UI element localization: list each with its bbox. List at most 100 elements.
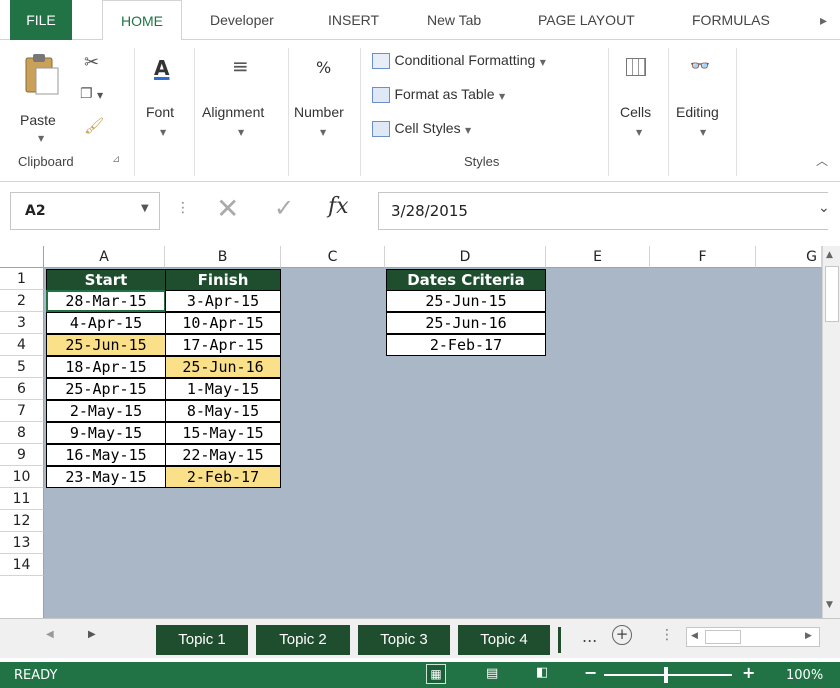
column-header-g[interactable]: G [756, 246, 822, 268]
zoom-slider-thumb[interactable] [664, 667, 668, 683]
vertical-scrollbar[interactable]: ▲ ▼ [822, 246, 840, 618]
normal-view-icon[interactable]: ▦ [426, 664, 446, 684]
cell-b5[interactable]: 25-Jun-16 [165, 356, 281, 378]
cancel-icon[interactable]: ✕ [216, 192, 239, 225]
number-button[interactable]: % Number ▼ [292, 48, 356, 148]
row-header-1[interactable]: 1 [0, 268, 44, 290]
expand-formula-icon[interactable]: ⌄ [818, 200, 830, 216]
row-header-4[interactable]: 4 [0, 334, 44, 356]
column-header-a[interactable]: A [44, 246, 165, 268]
format-as-table-button[interactable]: Format as Table ▼ [372, 86, 572, 108]
tab-home[interactable]: HOME [102, 0, 182, 41]
cell-b4[interactable]: 17-Apr-15 [165, 334, 281, 356]
criteria-header[interactable]: Dates Criteria [386, 269, 546, 291]
horizontal-scrollbar[interactable]: ◀ ▶ [686, 627, 820, 647]
column-header-f[interactable]: F [650, 246, 756, 268]
tab-developer[interactable]: Developer [210, 0, 274, 40]
select-all-corner[interactable] [0, 246, 44, 268]
hscroll-left-icon[interactable]: ◀ [691, 631, 698, 641]
add-sheet-icon[interactable]: + [612, 625, 632, 645]
zoom-slider[interactable] [604, 674, 732, 676]
sheet-tab-topic-1[interactable]: Topic 1 [156, 625, 248, 655]
formula-input[interactable]: 3/28/2015 [378, 192, 828, 230]
zoom-out-icon[interactable]: − [584, 663, 597, 682]
font-button[interactable]: A Font ▼ [142, 48, 190, 148]
cell-d4[interactable]: 2-Feb-17 [386, 334, 546, 356]
alignment-button[interactable]: ≡ Alignment ▼ [200, 48, 286, 148]
table-header-finish[interactable]: Finish [165, 269, 281, 291]
hscroll-right-icon[interactable]: ▶ [805, 631, 812, 641]
collapse-ribbon-icon[interactable]: ︿ [816, 152, 828, 169]
cell-a4[interactable]: 25-Jun-15 [46, 334, 166, 356]
scroll-thumb[interactable] [825, 266, 839, 322]
cell-d2[interactable]: 25-Jun-15 [386, 290, 546, 312]
page-break-view-icon[interactable]: ◧ [536, 665, 548, 680]
sheet-tab-topic-3[interactable]: Topic 3 [358, 625, 450, 655]
row-header-10[interactable]: 10 [0, 466, 44, 488]
cell-b10[interactable]: 2-Feb-17 [165, 466, 281, 488]
scroll-down-icon[interactable]: ▼ [826, 600, 833, 610]
tab-formulas[interactable]: FORMULAS [692, 0, 770, 40]
sheet-tab-topic-4[interactable]: Topic 4 [458, 625, 550, 655]
format-painter-icon[interactable]: 🖌 [84, 116, 104, 135]
hscroll-thumb[interactable] [705, 630, 741, 644]
cell-b9[interactable]: 22-May-15 [165, 444, 281, 466]
row-header-3[interactable]: 3 [0, 312, 44, 334]
row-header-8[interactable]: 8 [0, 422, 44, 444]
row-header-6[interactable]: 6 [0, 378, 44, 400]
more-sheets-button[interactable]: ... [582, 627, 597, 646]
tab-insert[interactable]: INSERT [328, 0, 379, 40]
tab-scroll-right-icon[interactable]: ▸ [820, 0, 827, 40]
row-header-5[interactable]: 5 [0, 356, 44, 378]
column-header-b[interactable]: B [165, 246, 281, 268]
row-header-13[interactable]: 13 [0, 532, 44, 554]
row-header-2[interactable]: 2 [0, 290, 44, 312]
zoom-in-icon[interactable]: + [742, 663, 755, 682]
scroll-up-icon[interactable]: ▲ [826, 250, 833, 260]
row-header-9[interactable]: 9 [0, 444, 44, 466]
name-box-dropdown-icon[interactable]: ▼ [141, 203, 149, 214]
cell-d3[interactable]: 25-Jun-16 [386, 312, 546, 334]
cell-b3[interactable]: 10-Apr-15 [165, 312, 281, 334]
column-header-e[interactable]: E [546, 246, 650, 268]
sheet-prev-icon[interactable]: ◀ [46, 629, 54, 640]
cell-a7[interactable]: 2-May-15 [46, 400, 166, 422]
copy-icon[interactable]: ❐ ▼ [80, 86, 103, 102]
row-header-14[interactable]: 14 [0, 554, 44, 576]
cell-styles-button[interactable]: Cell Styles ▼ [372, 120, 532, 142]
splitter-icon[interactable]: ⋮ [660, 627, 674, 643]
tab-new-tab[interactable]: New Tab [427, 0, 481, 40]
sheet-next-icon[interactable]: ▶ [88, 629, 96, 640]
cell-b2[interactable]: 3-Apr-15 [165, 290, 281, 312]
row-header-11[interactable]: 11 [0, 488, 44, 510]
cell-a2[interactable]: 28-Mar-15 [46, 290, 166, 312]
row-header-7[interactable]: 7 [0, 400, 44, 422]
cell-a10[interactable]: 23-May-15 [46, 466, 166, 488]
sheet-tab-topic-2[interactable]: Topic 2 [256, 625, 350, 655]
conditional-formatting-button[interactable]: Conditional Formatting ▼ [372, 52, 602, 74]
paste-button[interactable]: Paste ▼ [16, 48, 68, 148]
column-header-d[interactable]: D [385, 246, 546, 268]
tab-page-layout[interactable]: PAGE LAYOUT [538, 0, 635, 40]
cell-a9[interactable]: 16-May-15 [46, 444, 166, 466]
cells-button[interactable]: Cells ▼ [614, 48, 664, 148]
cell-a8[interactable]: 9-May-15 [46, 422, 166, 444]
column-header-c[interactable]: C [281, 246, 385, 268]
zoom-level[interactable]: 100% [786, 668, 823, 683]
editing-button[interactable]: 👓 Editing ▼ [672, 48, 734, 148]
cell-b7[interactable]: 8-May-15 [165, 400, 281, 422]
name-box[interactable]: A2 ▼ [10, 192, 160, 230]
cell-b6[interactable]: 1-May-15 [165, 378, 281, 400]
tab-file[interactable]: FILE [10, 0, 72, 40]
cell-b8[interactable]: 15-May-15 [165, 422, 281, 444]
table-header-start[interactable]: Start [46, 269, 166, 291]
insert-function-icon[interactable]: fx [328, 194, 349, 219]
cell-a5[interactable]: 18-Apr-15 [46, 356, 166, 378]
enter-icon[interactable]: ✓ [274, 194, 294, 222]
dialog-launcher-icon[interactable]: ⊿ [112, 154, 120, 165]
cell-a3[interactable]: 4-Apr-15 [46, 312, 166, 334]
page-layout-view-icon[interactable]: ▤ [486, 666, 498, 681]
cell-a6[interactable]: 25-Apr-15 [46, 378, 166, 400]
cut-icon[interactable]: ✂ [84, 52, 99, 73]
row-header-12[interactable]: 12 [0, 510, 44, 532]
